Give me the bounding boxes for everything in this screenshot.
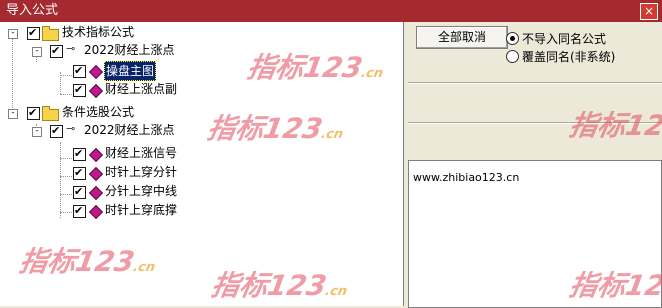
skip-duplicate-label[interactable]: 不导入同名公式: [522, 30, 606, 47]
watermark-text: 指标123: [566, 109, 662, 142]
node-checkbox[interactable]: [50, 42, 63, 60]
node-label: 财经上涨点副: [105, 82, 178, 96]
node-label: 时针上穿分针: [105, 165, 178, 179]
watermark: 指标123.cn: [566, 264, 662, 304]
collapse-toggle[interactable]: -: [8, 29, 18, 39]
formula-icon: [88, 83, 104, 99]
folder-icon: [42, 106, 59, 121]
key-icon: ⊸: [66, 42, 76, 55]
watermark-text: 指标123: [566, 269, 662, 302]
node-label: 2022财经上涨点: [84, 43, 175, 57]
node-label-selected: 操盘主图: [104, 61, 157, 81]
node-label: 时针上穿底撑: [105, 203, 178, 217]
formula-icon: [88, 204, 104, 220]
watermark-text: 指标123: [208, 269, 330, 302]
watermark-text: 指标123: [16, 245, 138, 278]
collapse-toggle[interactable]: -: [32, 127, 42, 137]
overwrite-radio[interactable]: [506, 50, 519, 63]
node-label: 2022财经上涨点: [84, 123, 175, 137]
watermark-suffix: .cn: [323, 284, 349, 299]
node-checkbox[interactable]: [73, 202, 86, 220]
close-button[interactable]: ×: [640, 3, 658, 20]
folder-icon: [42, 26, 59, 41]
node-checkbox[interactable]: [27, 24, 40, 42]
node-checkbox[interactable]: [73, 183, 86, 201]
node-label: 财经上涨信号: [105, 146, 178, 160]
node-checkbox[interactable]: [73, 164, 86, 182]
watermark-suffix: .cn: [319, 127, 345, 142]
formula-icon: [88, 64, 104, 80]
window-title: 导入公式: [6, 3, 59, 18]
node-label: 分针上穿中线: [105, 184, 178, 198]
node-checkbox[interactable]: [73, 145, 86, 163]
formula-icon: [88, 185, 104, 201]
watermark-suffix: .cn: [359, 66, 385, 81]
overwrite-label[interactable]: 覆盖同名(非系统): [522, 48, 615, 65]
key-icon: ⊸: [66, 122, 76, 135]
cancel-all-button[interactable]: 全部取消: [416, 26, 508, 49]
node-checkbox[interactable]: [50, 122, 63, 140]
options-panel: 全部取消 不导入同名公式 覆盖同名(非系统) www.zhibiao123.cn…: [404, 22, 662, 308]
watermark: 指标123.cn: [566, 104, 662, 144]
watermark: 指标123.cn: [244, 46, 387, 86]
formula-icon: [88, 166, 104, 182]
watermark-suffix: .cn: [131, 260, 157, 275]
watermark: 指标123.cn: [16, 240, 159, 280]
watermark: 指标123.cn: [204, 107, 347, 147]
skip-duplicate-radio[interactable]: [506, 32, 519, 45]
node-checkbox[interactable]: [73, 62, 86, 80]
description-text: www.zhibiao123.cn: [413, 171, 520, 184]
node-label: 技术指标公式: [62, 25, 135, 39]
watermark-text: 指标123: [244, 51, 366, 84]
watermark-text: 指标123: [204, 112, 326, 145]
collapse-toggle[interactable]: -: [32, 47, 42, 57]
divider: [408, 82, 662, 84]
node-label: 条件选股公式: [62, 105, 135, 119]
formula-tree[interactable]: - 技术指标公式 - ⊸ 2022财经上涨点 操盘主图 财经上涨点副 - 条件选…: [0, 22, 404, 306]
title-bar: 导入公式 ×: [0, 0, 662, 22]
node-checkbox[interactable]: [73, 81, 86, 99]
formula-icon: [88, 147, 104, 163]
node-checkbox[interactable]: [27, 104, 40, 122]
collapse-toggle[interactable]: -: [8, 109, 18, 119]
watermark: 指标123.cn: [208, 264, 351, 304]
